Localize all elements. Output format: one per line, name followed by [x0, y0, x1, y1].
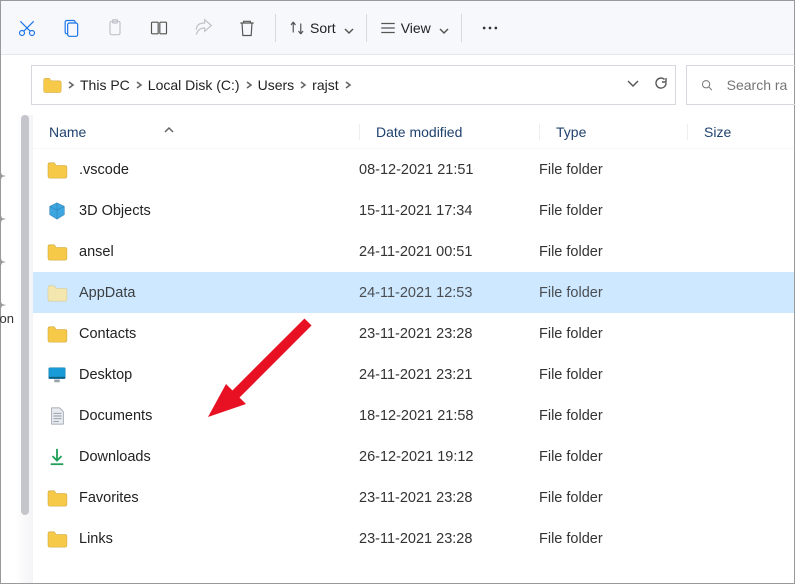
refresh-icon[interactable]: [653, 75, 669, 96]
file-date: 24-11-2021 23:21: [359, 367, 539, 383]
file-row[interactable]: Links23-11-2021 23:28File folder: [33, 518, 794, 559]
toolbar-separator: [366, 14, 367, 42]
pin-icon: [0, 169, 7, 188]
copy-icon[interactable]: [49, 10, 93, 46]
column-name[interactable]: Name: [33, 124, 359, 140]
file-type: File folder: [539, 326, 687, 342]
sidebar-scrollbar[interactable]: [15, 115, 33, 583]
file-name: 3D Objects: [79, 203, 359, 219]
download-icon: [45, 445, 69, 469]
file-type: File folder: [539, 244, 687, 260]
file-row[interactable]: Contacts23-11-2021 23:28File folder: [33, 313, 794, 354]
pin-icon: [0, 255, 7, 274]
folder-icon: [45, 527, 69, 551]
sort-label: Sort: [310, 20, 336, 36]
paste-icon[interactable]: [93, 10, 137, 46]
breadcrumb[interactable]: Users: [254, 77, 299, 93]
sidebar-fragment: son: [1, 115, 15, 583]
chevron-right-icon[interactable]: [343, 80, 353, 90]
file-list: Name Date modified Type Size .vscode08-1…: [33, 115, 794, 583]
file-name: Desktop: [79, 367, 359, 383]
column-type[interactable]: Type: [539, 124, 687, 140]
file-type: File folder: [539, 367, 687, 383]
history-chevron-icon[interactable]: [625, 75, 641, 96]
file-type: File folder: [539, 408, 687, 424]
file-date: 23-11-2021 23:28: [359, 326, 539, 342]
sort-button[interactable]: Sort: [282, 19, 360, 37]
file-type: File folder: [539, 285, 687, 301]
file-row[interactable]: Favorites23-11-2021 23:28File folder: [33, 477, 794, 518]
file-row[interactable]: AppData24-11-2021 12:53File folder: [33, 272, 794, 313]
file-row[interactable]: 3D Objects15-11-2021 17:34File folder: [33, 190, 794, 231]
file-date: 23-11-2021 23:28: [359, 490, 539, 506]
pin-icon: [0, 212, 7, 231]
cut-icon[interactable]: [5, 10, 49, 46]
sidebar-cut-text: son: [0, 311, 14, 326]
file-type: File folder: [539, 162, 687, 178]
share-icon[interactable]: [181, 10, 225, 46]
toolbar: Sort View: [1, 1, 794, 55]
chevron-right-icon[interactable]: [134, 80, 144, 90]
file-row[interactable]: Downloads26-12-2021 19:12File folder: [33, 436, 794, 477]
file-name: Links: [79, 531, 359, 547]
file-row[interactable]: Desktop24-11-2021 23:21File folder: [33, 354, 794, 395]
folder-light-icon: [45, 281, 69, 305]
chevron-right-icon[interactable]: [244, 80, 254, 90]
file-type: File folder: [539, 531, 687, 547]
folder-icon: [45, 158, 69, 182]
breadcrumb[interactable]: Local Disk (C:): [144, 77, 244, 93]
search-box[interactable]: [686, 65, 795, 105]
toolbar-separator: [461, 14, 462, 42]
file-row[interactable]: ansel24-11-2021 00:51File folder: [33, 231, 794, 272]
view-label: View: [401, 20, 431, 36]
address-row: This PC Local Disk (C:) Users rajst: [1, 55, 794, 115]
column-name-label: Name: [49, 124, 86, 140]
file-name: Contacts: [79, 326, 359, 342]
folder-icon: [45, 322, 69, 346]
file-date: 23-11-2021 23:28: [359, 531, 539, 547]
rename-icon[interactable]: [137, 10, 181, 46]
file-date: 15-11-2021 17:34: [359, 203, 539, 219]
folder-icon: [42, 76, 62, 94]
folder-icon: [45, 240, 69, 264]
file-name: AppData: [79, 285, 359, 301]
file-name: Downloads: [79, 449, 359, 465]
folder-icon: [45, 486, 69, 510]
toolbar-separator: [275, 14, 276, 42]
sort-indicator-icon: [163, 121, 175, 137]
scrollbar-thumb[interactable]: [21, 115, 29, 515]
column-date[interactable]: Date modified: [359, 124, 539, 140]
file-type: File folder: [539, 203, 687, 219]
chevron-right-icon[interactable]: [298, 80, 308, 90]
file-row[interactable]: .vscode08-12-2021 21:51File folder: [33, 149, 794, 190]
file-date: 26-12-2021 19:12: [359, 449, 539, 465]
breadcrumb[interactable]: This PC: [76, 77, 134, 93]
delete-icon[interactable]: [225, 10, 269, 46]
file-type: File folder: [539, 490, 687, 506]
file-date: 24-11-2021 12:53: [359, 285, 539, 301]
address-bar[interactable]: This PC Local Disk (C:) Users rajst: [31, 65, 676, 105]
file-name: .vscode: [79, 162, 359, 178]
search-icon: [701, 77, 713, 93]
doc-icon: [45, 404, 69, 428]
file-row[interactable]: Documents18-12-2021 21:58File folder: [33, 395, 794, 436]
column-headers: Name Date modified Type Size: [33, 115, 794, 149]
file-type: File folder: [539, 449, 687, 465]
view-button[interactable]: View: [373, 19, 455, 37]
file-date: 08-12-2021 21:51: [359, 162, 539, 178]
file-date: 18-12-2021 21:58: [359, 408, 539, 424]
file-name: ansel: [79, 244, 359, 260]
search-input[interactable]: [727, 77, 795, 93]
file-name: Favorites: [79, 490, 359, 506]
breadcrumb[interactable]: rajst: [308, 77, 342, 93]
file-date: 24-11-2021 00:51: [359, 244, 539, 260]
chevron-right-icon[interactable]: [66, 80, 76, 90]
desktop-icon: [45, 363, 69, 387]
more-icon[interactable]: [468, 10, 512, 46]
cube-icon: [45, 199, 69, 223]
main: son Name Date modified Type Size .vscode…: [1, 115, 794, 583]
column-size[interactable]: Size: [687, 124, 794, 140]
file-name: Documents: [79, 408, 359, 424]
